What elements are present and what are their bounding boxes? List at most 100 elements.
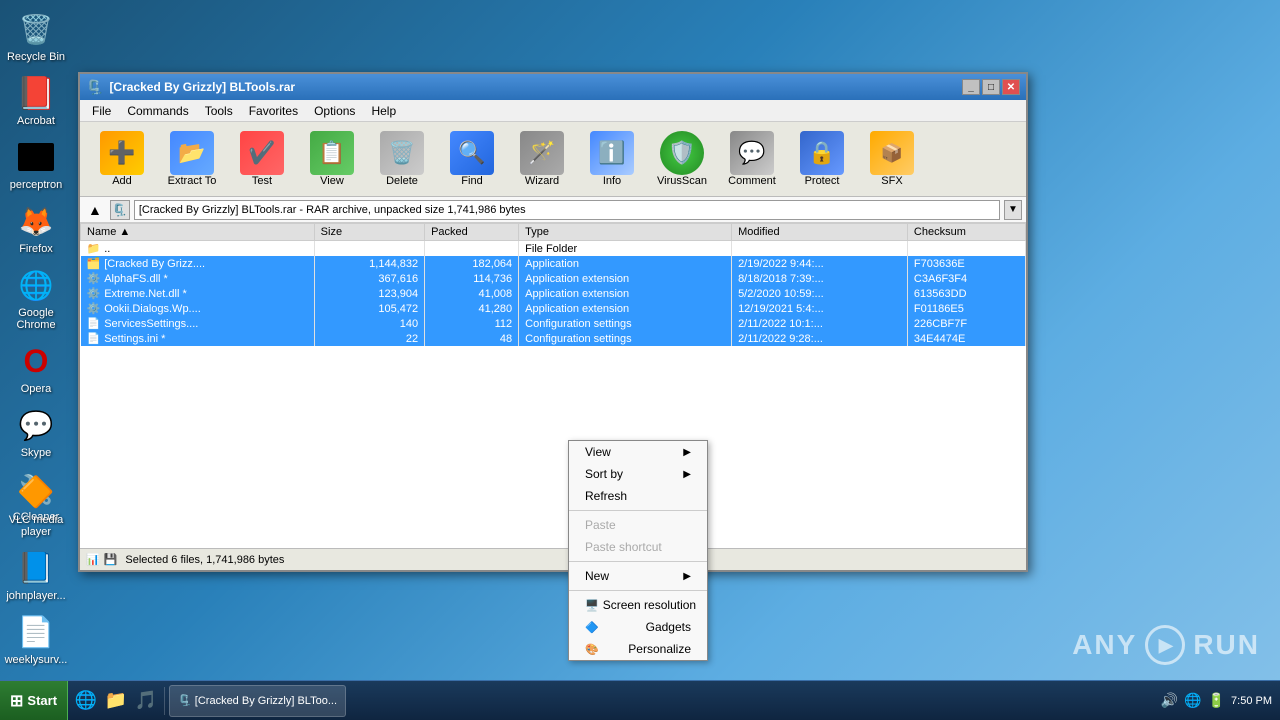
personalize-icon: 🎨 <box>585 643 599 656</box>
file-modified: 8/18/2018 7:39:... <box>732 271 908 286</box>
toolbar-info[interactable]: ℹ️ Info <box>578 126 646 192</box>
desktop-icon-chrome[interactable]: 🌐 Google Chrome <box>2 261 70 335</box>
toolbar-test[interactable]: ✔️ Test <box>228 126 296 192</box>
toolbar-view[interactable]: 📋 View <box>298 126 366 192</box>
address-input[interactable] <box>134 200 1000 220</box>
col-packed[interactable]: Packed <box>425 224 519 241</box>
context-menu-gadgets[interactable]: 🔷 Gadgets <box>569 616 707 638</box>
menu-file[interactable]: File <box>84 102 119 120</box>
file-modified: 2/11/2022 9:28:... <box>732 331 908 346</box>
desktop-icon-firefox[interactable]: 🦊 Firefox <box>2 197 70 259</box>
taskbar-media-icon[interactable]: 🎵 <box>132 687 160 715</box>
file-packed: 48 <box>425 331 519 346</box>
context-menu-view[interactable]: View ▶ <box>569 441 707 463</box>
desktop-icon-opera[interactable]: O Opera <box>2 337 70 399</box>
table-row[interactable]: ⚙️AlphaFS.dll *367,616114,736Application… <box>81 271 1026 286</box>
recycle-bin-icon: 🗑️ <box>16 9 56 49</box>
close-button[interactable]: ✕ <box>1002 79 1020 95</box>
file-table: Name ▲ Size Packed Type Modified Checksu… <box>80 223 1026 346</box>
toolbar-add[interactable]: ➕ Add <box>88 126 156 192</box>
file-packed <box>425 241 519 257</box>
acrobat-label: Acrobat <box>17 115 55 127</box>
add-icon: ➕ <box>100 131 144 175</box>
toolbar-virusscan[interactable]: 🛡️ VirusScan <box>648 126 716 192</box>
address-dropdown-button[interactable]: ▼ <box>1004 200 1022 220</box>
toolbar-comment[interactable]: 💬 Comment <box>718 126 786 192</box>
col-type[interactable]: Type <box>519 224 732 241</box>
comment-icon: 💬 <box>730 131 774 175</box>
file-checksum: 34E4474E <box>907 331 1025 346</box>
desktop-icon-acrobat[interactable]: 📕 Acrobat <box>2 69 70 131</box>
taskbar-explorer-icon[interactable]: 📁 <box>102 687 130 715</box>
nav-up-button[interactable]: ▲ <box>84 200 106 220</box>
file-type: Application extension <box>519 271 732 286</box>
table-row[interactable]: 📄ServicesSettings....140112Configuration… <box>81 316 1026 331</box>
context-sort-label: Sort by <box>585 467 623 481</box>
file-type: Application extension <box>519 301 732 316</box>
tray-icon-2[interactable]: 🌐 <box>1184 692 1201 709</box>
col-checksum[interactable]: Checksum <box>907 224 1025 241</box>
menu-favorites[interactable]: Favorites <box>241 102 306 120</box>
taskbar-ie-icon[interactable]: 🌐 <box>72 687 100 715</box>
tray-icon-1[interactable]: 🔊 <box>1161 692 1178 709</box>
context-menu-screen-resolution[interactable]: 🖥️ Screen resolution <box>569 594 707 616</box>
minimize-button[interactable]: _ <box>962 79 980 95</box>
winrar-title-icon: 🗜️ <box>86 79 103 96</box>
table-row[interactable]: 🗂️[Cracked By Grizz....1,144,832182,064A… <box>81 256 1026 271</box>
chrome-label: Google Chrome <box>4 307 68 331</box>
maximize-button[interactable]: □ <box>982 79 1000 95</box>
desktop-icon-vlc[interactable]: 🔶 VLC media player <box>2 468 70 542</box>
context-menu-new[interactable]: New ▶ <box>569 565 707 587</box>
desktop-icon-skype[interactable]: 💬 Skype <box>2 401 70 463</box>
start-button[interactable]: ⊞ Start <box>0 681 68 720</box>
start-label: Start <box>27 693 57 708</box>
taskbar-tray: 🔊 🌐 🔋 7:50 PM <box>1153 692 1280 709</box>
table-row[interactable]: 📄Settings.ini *2248Configuration setting… <box>81 331 1026 346</box>
table-row[interactable]: ⚙️Ookii.Dialogs.Wp....105,47241,280Appli… <box>81 301 1026 316</box>
desktop-icon-recycle-bin[interactable]: 🗑️ Recycle Bin <box>2 5 70 67</box>
context-menu: View ▶ Sort by ▶ Refresh Paste Paste sho… <box>568 440 708 661</box>
file-size <box>314 241 424 257</box>
menu-help[interactable]: Help <box>363 102 404 120</box>
table-row[interactable]: ⚙️Extreme.Net.dll *123,90441,008Applicat… <box>81 286 1026 301</box>
desktop-icon-word2[interactable]: 📄 weeklysurv... <box>2 608 70 670</box>
toolbar-protect[interactable]: 🔒 Protect <box>788 126 856 192</box>
file-checksum: C3A6F3F4 <box>907 271 1025 286</box>
menu-tools[interactable]: Tools <box>197 102 241 120</box>
context-menu-personalize[interactable]: 🎨 Personalize <box>569 638 707 660</box>
toolbar-delete[interactable]: 🗑️ Delete <box>368 126 436 192</box>
context-menu-refresh[interactable]: Refresh <box>569 485 707 507</box>
desktop-icon-perceptron[interactable]: perceptron <box>2 133 70 195</box>
col-name[interactable]: Name ▲ <box>81 224 315 241</box>
anyrun-play-logo: ▶ <box>1145 625 1185 665</box>
view-label: View <box>320 175 344 187</box>
desktop-icon-word1[interactable]: 📘 johnplayer... <box>2 544 70 606</box>
tray-icon-3[interactable]: 🔋 <box>1208 692 1225 709</box>
context-menu-paste: Paste <box>569 514 707 536</box>
context-paste-label: Paste <box>585 518 616 532</box>
protect-icon: 🔒 <box>800 131 844 175</box>
taskbar-quick-launch: 🌐 📁 🎵 <box>68 687 165 715</box>
file-size: 1,144,832 <box>314 256 424 271</box>
toolbar-sfx[interactable]: 📦 SFX <box>858 126 926 192</box>
window-controls: _ □ ✕ <box>962 79 1020 95</box>
col-size[interactable]: Size <box>314 224 424 241</box>
toolbar-wizard[interactable]: 🪄 Wizard <box>508 126 576 192</box>
file-packed: 112 <box>425 316 519 331</box>
menu-commands[interactable]: Commands <box>119 102 196 120</box>
context-screen-resolution-label: Screen resolution <box>603 598 696 612</box>
toolbar-extract-to[interactable]: 📂 Extract To <box>158 126 226 192</box>
toolbar-find[interactable]: 🔍 Find <box>438 126 506 192</box>
taskbar-winrar-item[interactable]: 🗜️ [Cracked By Grizzly] BLToo... <box>169 685 346 717</box>
context-menu-paste-shortcut: Paste shortcut <box>569 536 707 558</box>
menu-options[interactable]: Options <box>306 102 363 120</box>
table-row[interactable]: 📁..File Folder <box>81 241 1026 257</box>
anyrun-watermark: ANY ▶ RUN <box>1072 625 1260 665</box>
context-separator-3 <box>569 590 707 591</box>
col-modified[interactable]: Modified <box>732 224 908 241</box>
context-menu-sort-by[interactable]: Sort by ▶ <box>569 463 707 485</box>
file-name: .. <box>104 243 110 255</box>
sfx-label: SFX <box>881 175 902 187</box>
taskbar: ⊞ Start 🌐 📁 🎵 🗜️ [Cracked By Grizzly] BL… <box>0 680 1280 720</box>
file-packed: 41,008 <box>425 286 519 301</box>
